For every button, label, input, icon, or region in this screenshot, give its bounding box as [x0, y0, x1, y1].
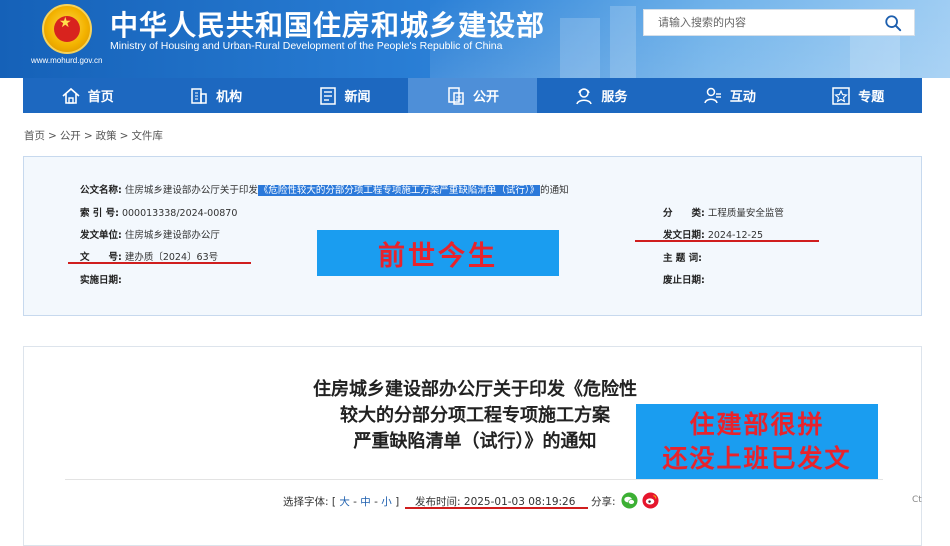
nav-label: 新闻: [344, 90, 371, 105]
index-row: 索 引 号: 000013338/2024-00870: [80, 205, 237, 219]
breadcrumb: 首页 > 公开 > 政策 > 文件库: [24, 130, 163, 142]
building-icon: [191, 87, 207, 104]
service-icon: [576, 87, 593, 104]
overlay-banner-line: 住建部很拼: [689, 410, 825, 439]
category-label: 分 类:: [663, 208, 705, 219]
article-divider: [65, 479, 883, 480]
publish-time-underline: [405, 507, 588, 509]
breadcrumb-home[interactable]: 首页: [24, 130, 45, 142]
font-medium-link[interactable]: 中: [360, 496, 371, 508]
site-url: www.mohurd.gov.cn: [31, 56, 103, 65]
overlay-banner-line: 还没上班已发文: [662, 444, 852, 473]
nav-item-institutions[interactable]: 机构: [151, 78, 279, 113]
index-label: 索 引 号:: [80, 208, 119, 219]
interact-icon: [704, 87, 721, 103]
site-subtitle: Ministry of Housing and Urban-Rural Deve…: [110, 40, 503, 52]
issuer-value: 住房城乡建设部办公厅: [124, 230, 220, 241]
wechat-icon[interactable]: [621, 492, 638, 509]
breadcrumb-file-library[interactable]: 文件库: [131, 130, 163, 142]
search-input[interactable]: [644, 10, 874, 35]
overlay-banner-comment: 住建部很拼 还没上班已发文: [636, 404, 878, 480]
star-icon: [832, 86, 850, 105]
doc-name-highlight: 《危险性较大的分部分项工程专项施工方案严重缺陷清单（试行）》: [257, 185, 541, 196]
font-large-link[interactable]: 大: [339, 496, 350, 508]
index-value: 000013338/2024-00870: [121, 208, 238, 219]
doc-name-prefix: 住房城乡建设部办公厅关于印发: [124, 185, 258, 196]
expire-row: 废止日期:: [663, 272, 705, 286]
issue-date-underline: [635, 240, 819, 242]
search-icon[interactable]: [884, 14, 902, 32]
nav-item-home[interactable]: 首页: [23, 78, 151, 113]
nav-label: 专题: [858, 90, 885, 105]
issue-date-row: 发文日期: 2024-12-25: [663, 227, 763, 241]
nav-item-interact[interactable]: 互动: [665, 78, 793, 113]
nav-label: 互动: [729, 90, 756, 105]
nav-label: 首页: [87, 90, 114, 105]
open-doc-icon: [448, 86, 464, 105]
skyline-building: [560, 18, 600, 78]
breadcrumb-policy[interactable]: 政策: [96, 130, 117, 142]
site-header: ★ www.mohurd.gov.cn 中华人民共和国住房和城乡建设部 Mini…: [0, 0, 950, 78]
nav-label: 服务: [601, 90, 628, 105]
share-label: 分享:: [591, 496, 616, 508]
nav-label: 公开: [472, 90, 499, 105]
article-title-line: 严重缺陷清单（试行）》的通知: [353, 431, 597, 452]
issuer-row: 发文单位: 住房城乡建设部办公厅: [80, 227, 220, 241]
article-title: 住房城乡建设部办公厅关于印发《危险性 较大的分部分项工程专项施工方案 严重缺陷清…: [270, 377, 680, 455]
category-row: 分 类: 工程质量安全监管: [663, 205, 784, 219]
site-title[interactable]: 中华人民共和国住房和城乡建设部: [110, 4, 545, 44]
docno-row: 文 号: 建办质〔2024〕63号: [80, 249, 218, 263]
overlay-banner-history: 前世今生: [317, 230, 559, 276]
home-icon: [62, 87, 80, 104]
news-icon: [319, 86, 336, 105]
nav-item-service[interactable]: 服务: [537, 78, 665, 113]
doc-name-label: 公文名称:: [80, 185, 122, 196]
weibo-icon[interactable]: [642, 492, 659, 509]
nav-item-news[interactable]: 新闻: [280, 78, 408, 113]
impl-date-row: 实施日期:: [80, 272, 122, 286]
subject-row: 主 题 词:: [663, 250, 702, 264]
issuer-label: 发文单位:: [80, 230, 122, 241]
subject-label: 主 题 词:: [663, 253, 702, 264]
edge-text: Ct: [912, 495, 922, 505]
font-small-link[interactable]: 小: [381, 496, 392, 508]
doc-name-row: 公文名称: 住房城乡建设部办公厅关于印发《危险性较大的分部分项工程专项施工方案严…: [80, 182, 569, 196]
font-select-label: 选择字体:: [283, 496, 329, 508]
nav-item-open[interactable]: 公开: [408, 78, 537, 113]
article-title-line: 住房城乡建设部办公厅关于印发《危险性: [313, 379, 637, 400]
skyline-building: [610, 6, 636, 78]
nav-item-topics[interactable]: 专题: [794, 78, 922, 113]
search-box: [643, 9, 915, 36]
expire-label: 废止日期:: [663, 275, 705, 286]
nav-label: 机构: [216, 90, 243, 105]
article-title-line: 较大的分部分项工程专项施工方案: [340, 405, 610, 426]
impl-date-label: 实施日期:: [80, 275, 122, 286]
national-emblem-logo[interactable]: ★: [42, 4, 92, 54]
font-size-selector: 选择字体: [ 大 - 中 - 小 ]: [283, 496, 400, 508]
docno-underline: [68, 262, 251, 264]
breadcrumb-open[interactable]: 公开: [60, 130, 81, 142]
main-nav: 首页 机构 新闻 公开 服务 互动 专题: [23, 78, 922, 113]
doc-name-suffix: 的通知: [540, 185, 569, 196]
category-value: 工程质量安全监管: [707, 208, 784, 219]
